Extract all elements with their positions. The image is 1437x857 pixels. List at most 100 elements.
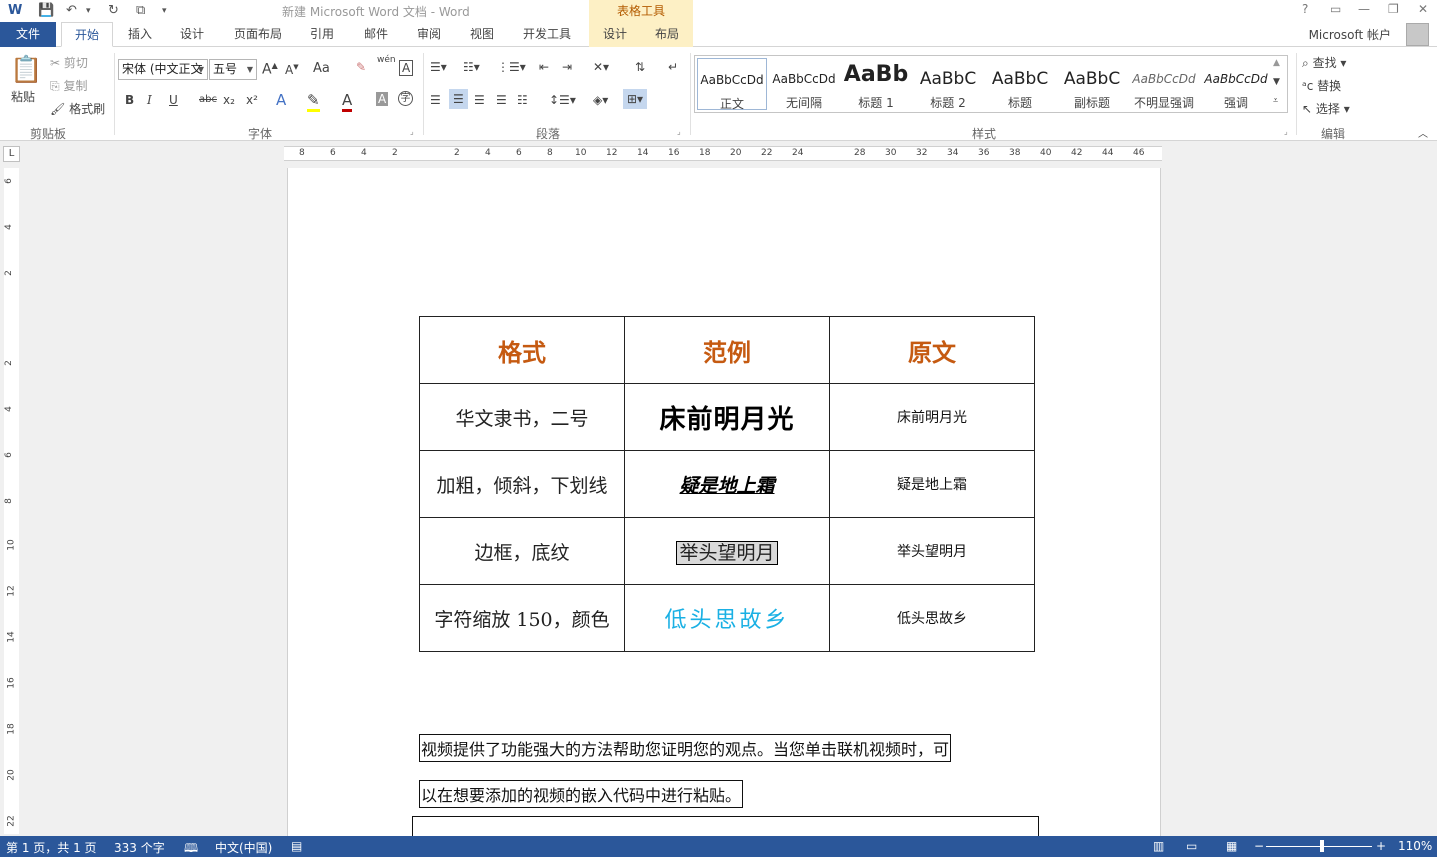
table-header-cell[interactable]: 原文 xyxy=(829,316,1035,384)
account-menu[interactable]: Microsoft 帐户 xyxy=(1309,26,1391,43)
bold-button[interactable]: B xyxy=(125,93,134,107)
numbering-icon[interactable]: ☷▾ xyxy=(463,60,480,74)
style-title[interactable]: AaBbC 标题 xyxy=(985,58,1055,110)
customize-qat-icon[interactable]: ▾ xyxy=(162,2,167,20)
align-center-icon[interactable]: ☰ xyxy=(449,89,468,109)
table-header-cell[interactable]: 范例 xyxy=(624,316,830,384)
read-mode-icon[interactable]: ▥ xyxy=(1153,839,1164,853)
tab-mailings[interactable]: 邮件 xyxy=(354,22,398,47)
undo-icon[interactable]: ↶ xyxy=(66,2,77,20)
tab-table-design[interactable]: 设计 xyxy=(589,22,641,47)
help-icon[interactable]: ? xyxy=(1302,2,1308,16)
line-spacing-icon[interactable]: ↕☰▾ xyxy=(549,93,576,107)
style-heading2[interactable]: AaBbC 标题 2 xyxy=(913,58,983,110)
multilevel-list-icon[interactable]: ⋮☰▾ xyxy=(497,60,526,74)
zoom-in-button[interactable]: + xyxy=(1376,839,1386,853)
ribbon-display-icon[interactable]: ▭ xyxy=(1330,2,1341,16)
paragraph-dialog-launcher-icon[interactable]: ⌟ xyxy=(677,127,681,136)
font-name-combo[interactable]: 宋体 (中文正文 ▼ xyxy=(118,59,208,80)
font-size-combo[interactable]: 五号 ▼ xyxy=(209,59,257,80)
replace-button[interactable]: ᵃc 替换 xyxy=(1302,77,1341,94)
table-cell[interactable]: 疑是地上霜 xyxy=(624,450,830,518)
tab-layout[interactable]: 页面布局 xyxy=(226,22,290,47)
cut-button[interactable]: ✂ 剪切 xyxy=(50,54,88,71)
zoom-level[interactable]: 110% xyxy=(1398,839,1432,853)
language[interactable]: 中文(中国) xyxy=(215,839,272,856)
redo-icon[interactable]: ↻ xyxy=(108,2,119,20)
show-marks-icon[interactable]: ↵ xyxy=(668,60,678,74)
table-cell[interactable]: 低头思故乡 xyxy=(829,584,1035,652)
tab-references[interactable]: 引用 xyxy=(300,22,344,47)
increase-indent-icon[interactable]: ⇥ xyxy=(562,60,572,74)
table-cell[interactable]: 低头思故乡 xyxy=(624,584,830,652)
subscript-button[interactable]: x₂ xyxy=(223,93,235,107)
phonetic-guide-button[interactable]: wén xyxy=(377,55,396,65)
tab-file[interactable]: 文件 xyxy=(0,22,56,47)
align-right-icon[interactable]: ☰ xyxy=(474,93,485,107)
shrink-font-icon[interactable]: A▼ xyxy=(285,63,299,77)
align-left-icon[interactable]: ☰ xyxy=(430,93,441,107)
enclose-char-icon[interactable]: 字 xyxy=(398,91,413,106)
style-subtitle[interactable]: AaBbC 副标题 xyxy=(1057,58,1127,110)
select-button[interactable]: ↖ 选择 ▾ xyxy=(1302,100,1350,117)
proofing-icon[interactable]: 🕮 xyxy=(184,839,198,857)
chinese-layout-icon[interactable]: ✕▾ xyxy=(593,60,609,74)
table-cell[interactable]: 举头望明月 xyxy=(829,517,1035,585)
bullets-icon[interactable]: ☰▾ xyxy=(430,60,447,74)
web-layout-icon[interactable]: ▦ xyxy=(1226,839,1237,853)
style-heading1[interactable]: AaBb 标题 1 xyxy=(841,58,911,110)
font-color-icon[interactable]: A xyxy=(342,91,353,112)
style-normal[interactable]: AaBbCcDd 正文 xyxy=(697,58,767,111)
sort-icon[interactable]: ⇅ xyxy=(635,60,645,74)
table-cell[interactable]: 床前明月光 xyxy=(829,383,1035,451)
gallery-down-icon[interactable]: ▼ xyxy=(1273,77,1280,87)
tab-review[interactable]: 审阅 xyxy=(407,22,451,47)
gallery-more-icon[interactable]: ⩡ xyxy=(1273,96,1278,106)
clear-format-icon[interactable]: ✎ xyxy=(356,60,366,74)
char-border-icon[interactable]: A xyxy=(399,60,414,76)
format-painter-button[interactable]: 🖌 格式刷 xyxy=(50,100,105,117)
table-cell[interactable]: 举头望明月 xyxy=(624,517,830,585)
zoom-slider-thumb[interactable] xyxy=(1320,840,1324,852)
style-subtle-emphasis[interactable]: AaBbCcDd 不明显强调 xyxy=(1129,58,1199,110)
paste-button[interactable]: 粘贴 xyxy=(11,88,35,105)
document-page[interactable]: 格式 范例 原文 华文隶书，二号 床前明月光 床前明月光 加粗，倾斜，下划线 疑… xyxy=(287,168,1161,854)
superscript-button[interactable]: x² xyxy=(246,93,258,107)
distributed-icon[interactable]: ☷ xyxy=(517,93,528,107)
tab-design[interactable]: 设计 xyxy=(170,22,214,47)
font-dialog-launcher-icon[interactable]: ⌟ xyxy=(410,127,414,136)
format-table[interactable]: 格式 范例 原文 华文隶书，二号 床前明月光 床前明月光 加粗，倾斜，下划线 疑… xyxy=(419,316,1035,652)
table-cell[interactable]: 字符缩放 150，颜色 xyxy=(419,584,625,652)
touch-mode-icon[interactable]: ⧉ xyxy=(136,2,145,20)
strikethrough-button[interactable]: abc xyxy=(199,94,217,105)
zoom-slider[interactable] xyxy=(1266,846,1372,847)
underline-button[interactable]: U xyxy=(169,93,178,107)
maximize-button[interactable]: ❐ xyxy=(1388,2,1399,16)
justify-icon[interactable]: ☰ xyxy=(496,93,507,107)
body-paragraph-line[interactable]: 以在想要添加的视频的嵌入代码中进行粘贴。 xyxy=(419,780,744,808)
shading-icon[interactable]: ◈▾ xyxy=(593,93,608,107)
styles-dialog-launcher-icon[interactable]: ⌟ xyxy=(1284,127,1288,136)
macro-record-icon[interactable]: ▤ xyxy=(291,839,302,853)
save-icon[interactable]: 💾 xyxy=(38,2,54,20)
word-count[interactable]: 333 个字 xyxy=(114,839,165,856)
tab-home[interactable]: 开始 xyxy=(61,22,113,47)
table-cell[interactable]: 加粗，倾斜，下划线 xyxy=(419,450,625,518)
table-header-cell[interactable]: 格式 xyxy=(419,316,625,384)
avatar[interactable] xyxy=(1406,23,1429,46)
tab-table-layout[interactable]: 布局 xyxy=(641,22,693,47)
borders-icon[interactable]: ⊞▾ xyxy=(623,89,648,109)
paste-icon[interactable]: 📋 xyxy=(10,55,42,85)
highlight-icon[interactable]: ✎ xyxy=(307,91,320,112)
body-paragraph-line[interactable]: 视频提供了功能强大的方法帮助您证明您的观点。当您单击联机视频时，可 xyxy=(419,734,952,762)
zoom-out-button[interactable]: − xyxy=(1254,839,1264,853)
tab-view[interactable]: 视图 xyxy=(460,22,504,47)
tab-insert[interactable]: 插入 xyxy=(118,22,162,47)
change-case-button[interactable]: Aa xyxy=(313,61,330,76)
horizontal-ruler[interactable]: 8 6 4 2 2 4 6 8 10 12 14 16 18 20 22 24 … xyxy=(284,146,1162,161)
copy-button[interactable]: ⎘ 复制 xyxy=(50,77,87,94)
tab-developer[interactable]: 开发工具 xyxy=(514,22,580,47)
italic-button[interactable]: I xyxy=(147,93,152,107)
table-cell[interactable]: 床前明月光 xyxy=(624,383,830,451)
find-button[interactable]: ⌕ 查找 ▾ xyxy=(1302,54,1346,71)
